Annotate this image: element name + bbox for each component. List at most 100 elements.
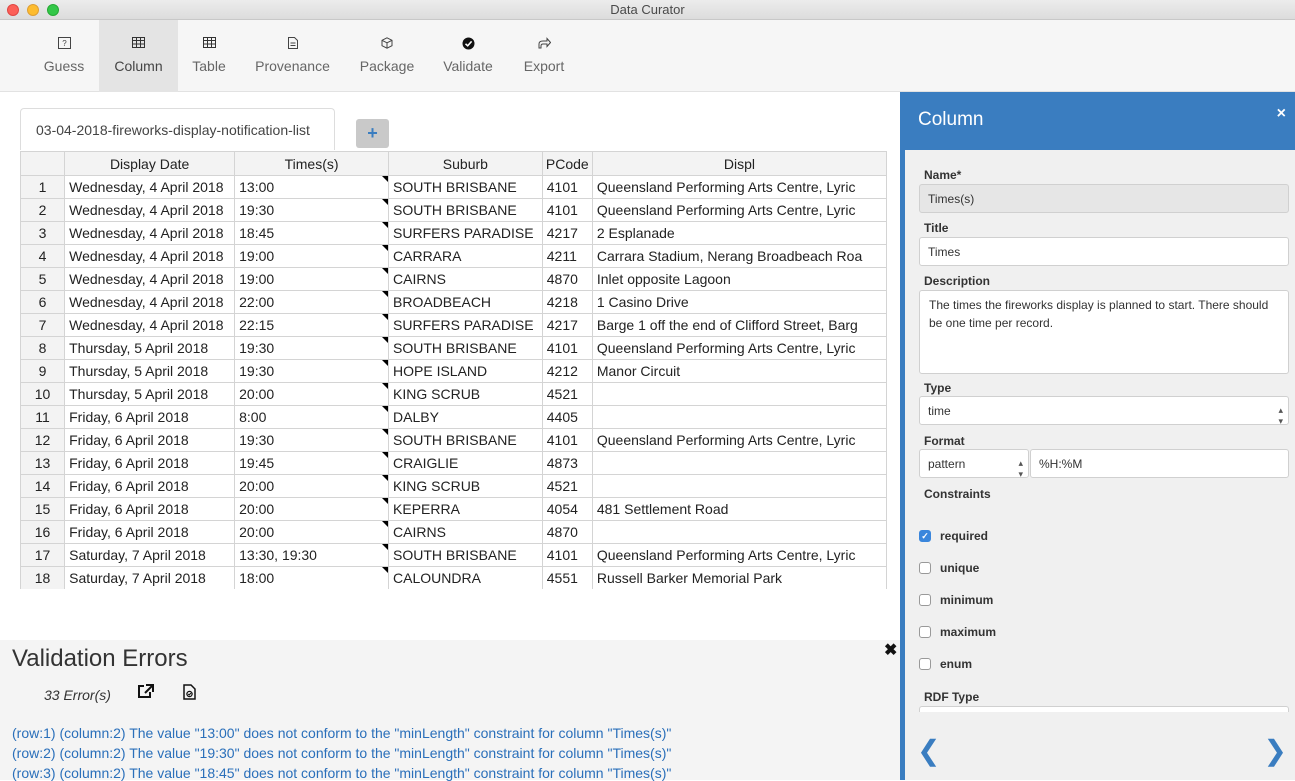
column-header[interactable]: Displ bbox=[591, 151, 887, 176]
table-cell[interactable]: 19:00 bbox=[234, 267, 390, 291]
table-cell[interactable]: Manor Circuit bbox=[591, 359, 887, 383]
row-number[interactable]: 9 bbox=[20, 359, 66, 383]
type-select[interactable]: time ▴ ▾ bbox=[919, 396, 1289, 426]
table-cell[interactable]: Friday, 6 April 2018 bbox=[64, 520, 236, 544]
table-cell[interactable]: 19:30 bbox=[234, 428, 390, 452]
column-header[interactable]: Times(s) bbox=[234, 151, 390, 176]
table-cell[interactable]: 4101 bbox=[541, 336, 593, 360]
title-field[interactable]: Times bbox=[919, 237, 1289, 266]
checkbox-checked-icon[interactable]: ✓ bbox=[919, 530, 931, 542]
table-cell[interactable]: 22:00 bbox=[234, 290, 390, 314]
table-cell[interactable]: Saturday, 7 April 2018 bbox=[64, 543, 236, 567]
table-cell[interactable]: DALBY bbox=[388, 405, 543, 429]
table-cell[interactable]: 18:45 bbox=[234, 221, 390, 245]
table-cell[interactable] bbox=[591, 451, 887, 475]
table-cell[interactable]: Thursday, 5 April 2018 bbox=[64, 336, 236, 360]
row-number[interactable]: 17 bbox=[20, 543, 66, 567]
column-header[interactable]: Suburb bbox=[388, 151, 543, 176]
table-cell[interactable]: 4211 bbox=[541, 244, 593, 268]
row-number[interactable]: 3 bbox=[20, 221, 66, 245]
error-report-icon[interactable] bbox=[183, 684, 196, 705]
table-cell[interactable]: BROADBEACH bbox=[388, 290, 543, 314]
external-link-icon[interactable] bbox=[137, 684, 154, 704]
table-cell[interactable] bbox=[591, 474, 887, 498]
table-cell[interactable]: Queensland Performing Arts Centre, Lyric bbox=[591, 336, 887, 360]
table-cell[interactable]: Wednesday, 4 April 2018 bbox=[64, 198, 236, 222]
table-cell[interactable]: 20:00 bbox=[234, 520, 390, 544]
toolbar-package-button[interactable]: Package bbox=[351, 20, 423, 92]
table-cell[interactable]: SURFERS PARADISE bbox=[388, 221, 543, 245]
row-number[interactable]: 18 bbox=[20, 566, 66, 589]
table-cell[interactable]: 19:30 bbox=[234, 198, 390, 222]
table-cell[interactable]: KING SCRUB bbox=[388, 474, 543, 498]
table-cell[interactable]: 4101 bbox=[541, 198, 593, 222]
table-cell[interactable]: 1 Casino Drive bbox=[591, 290, 887, 314]
toolbar-table-button[interactable]: Table bbox=[178, 20, 240, 92]
row-number[interactable]: 11 bbox=[20, 405, 66, 429]
table-cell[interactable]: Barge 1 off the end of Clifford Street, … bbox=[591, 313, 887, 337]
table-cell[interactable]: 4101 bbox=[541, 543, 593, 567]
table-cell[interactable]: Russell Barker Memorial Park bbox=[591, 566, 887, 589]
table-cell[interactable]: 4101 bbox=[541, 428, 593, 452]
table-cell[interactable]: 19:00 bbox=[234, 244, 390, 268]
next-column-icon[interactable]: ❯ bbox=[1264, 734, 1287, 767]
table-cell[interactable]: 19:30 bbox=[234, 359, 390, 383]
column-header[interactable]: PCode bbox=[541, 151, 593, 176]
table-cell[interactable] bbox=[591, 520, 887, 544]
row-number[interactable]: 4 bbox=[20, 244, 66, 268]
table-cell[interactable]: 4212 bbox=[541, 359, 593, 383]
table-cell[interactable]: Saturday, 7 April 2018 bbox=[64, 566, 236, 589]
table-cell[interactable]: Thursday, 5 April 2018 bbox=[64, 382, 236, 406]
error-line[interactable]: (row:1) (column:2) The value "13:00" doe… bbox=[12, 725, 671, 741]
table-cell[interactable]: Inlet opposite Lagoon bbox=[591, 267, 887, 291]
table-cell[interactable]: 22:15 bbox=[234, 313, 390, 337]
table-cell[interactable]: 481 Settlement Road bbox=[591, 497, 887, 521]
table-cell[interactable]: SOUTH BRISBANE bbox=[388, 175, 543, 199]
row-number[interactable]: 7 bbox=[20, 313, 66, 337]
table-cell[interactable]: 4521 bbox=[541, 474, 593, 498]
row-number[interactable]: 13 bbox=[20, 451, 66, 475]
row-number[interactable]: 8 bbox=[20, 336, 66, 360]
row-number[interactable]: 12 bbox=[20, 428, 66, 452]
table-cell[interactable]: Friday, 6 April 2018 bbox=[64, 497, 236, 521]
checkbox-icon[interactable] bbox=[919, 562, 931, 574]
table-cell[interactable]: Friday, 6 April 2018 bbox=[64, 474, 236, 498]
row-number[interactable]: 2 bbox=[20, 198, 66, 222]
table-cell[interactable]: 13:00 bbox=[234, 175, 390, 199]
previous-column-icon[interactable]: ❮ bbox=[917, 734, 940, 767]
table-cell[interactable]: 4551 bbox=[541, 566, 593, 589]
table-cell[interactable]: CAIRNS bbox=[388, 267, 543, 291]
table-cell[interactable]: Carrara Stadium, Nerang Broadbeach Roa bbox=[591, 244, 887, 268]
toolbar-export-button[interactable]: Export bbox=[513, 20, 575, 92]
column-header[interactable]: Display Date bbox=[64, 151, 236, 176]
error-line[interactable]: (row:3) (column:2) The value "18:45" doe… bbox=[12, 765, 671, 781]
table-cell[interactable]: CALOUNDRA bbox=[388, 566, 543, 589]
row-number[interactable]: 14 bbox=[20, 474, 66, 498]
table-cell[interactable]: 13:30, 19:30 bbox=[234, 543, 390, 567]
table-cell[interactable]: 20:00 bbox=[234, 497, 390, 521]
table-cell[interactable]: 8:00 bbox=[234, 405, 390, 429]
error-line[interactable]: (row:2) (column:2) The value "19:30" doe… bbox=[12, 745, 671, 761]
table-cell[interactable]: SURFERS PARADISE bbox=[388, 313, 543, 337]
toolbar-provenance-button[interactable]: Provenance bbox=[248, 20, 337, 92]
table-cell[interactable]: 4870 bbox=[541, 520, 593, 544]
row-number[interactable]: 5 bbox=[20, 267, 66, 291]
toolbar-validate-button[interactable]: Validate bbox=[436, 20, 500, 92]
table-cell[interactable]: 19:30 bbox=[234, 336, 390, 360]
table-cell[interactable]: 18:00 bbox=[234, 566, 390, 589]
row-number-header[interactable] bbox=[20, 151, 66, 176]
table-cell[interactable]: Wednesday, 4 April 2018 bbox=[64, 290, 236, 314]
validation-close-icon[interactable]: ✖ bbox=[884, 640, 897, 660]
table-cell[interactable]: 4218 bbox=[541, 290, 593, 314]
table-cell[interactable]: 4521 bbox=[541, 382, 593, 406]
add-tab-button[interactable]: + bbox=[356, 119, 389, 148]
table-cell[interactable] bbox=[591, 382, 887, 406]
table-cell[interactable]: 4054 bbox=[541, 497, 593, 521]
tab-file[interactable]: 03-04-2018-fireworks-display-notificatio… bbox=[20, 108, 335, 150]
table-cell[interactable]: SOUTH BRISBANE bbox=[388, 198, 543, 222]
table-cell[interactable]: 4870 bbox=[541, 267, 593, 291]
table-cell[interactable]: CARRARA bbox=[388, 244, 543, 268]
row-number[interactable]: 15 bbox=[20, 497, 66, 521]
panel-close-icon[interactable]: × bbox=[1277, 105, 1286, 123]
table-cell[interactable]: 20:00 bbox=[234, 474, 390, 498]
